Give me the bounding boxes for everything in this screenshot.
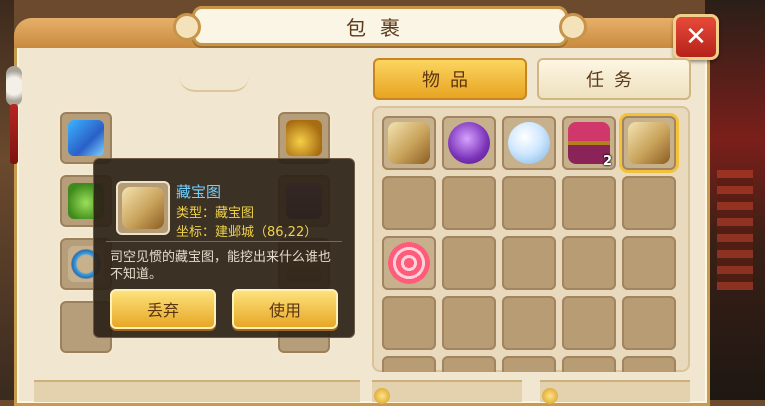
- tab-tasks[interactable]: 任务: [537, 58, 691, 100]
- window-title: 包裹: [346, 15, 414, 40]
- treasure-map-icon: [122, 187, 164, 229]
- purple-pouch-icon: [448, 122, 490, 164]
- currency-bar-2: [540, 380, 690, 402]
- inventory-slot[interactable]: [562, 356, 616, 372]
- tooltip-item-frame: [116, 181, 170, 235]
- currency-bar-1: [372, 380, 522, 402]
- cloud-ornament-icon: [179, 76, 249, 92]
- crystal-ball-icon: [508, 122, 550, 164]
- coin-icon: [542, 388, 558, 404]
- inventory-slot[interactable]: [382, 356, 436, 372]
- inventory-slot-selected[interactable]: [622, 116, 676, 170]
- inventory-slot[interactable]: [562, 296, 616, 350]
- inventory-slot[interactable]: [622, 356, 676, 372]
- inventory-slot[interactable]: [442, 176, 496, 230]
- tooltip-description: 司空见惯的藏宝图，能挖出来什么谁也不知道。: [110, 250, 332, 282]
- swirl-candy-icon: [388, 242, 430, 284]
- tooltip-divider: [106, 241, 342, 242]
- jade-pendant-icon: [286, 120, 322, 156]
- tooltip-item-name: 藏宝图: [176, 183, 222, 201]
- item-tooltip: 藏宝图 类型：藏宝图 坐标：建邺城（86,22） 司空见惯的藏宝图，能挖出来什么…: [93, 158, 355, 338]
- tab-items-label: 物品: [422, 70, 478, 91]
- tooltip-item-type: 类型：藏宝图: [176, 206, 255, 221]
- inventory-grid: 2: [372, 106, 690, 372]
- inventory-slot[interactable]: [622, 236, 676, 290]
- inventory-slot[interactable]: [382, 116, 436, 170]
- discard-button-label: 丢弃: [146, 301, 179, 320]
- scepter-icon: [68, 120, 104, 156]
- inventory-slot[interactable]: [622, 176, 676, 230]
- tab-tasks-label: 任务: [586, 70, 642, 91]
- window-title-plaque: 包裹: [173, 6, 587, 46]
- close-button[interactable]: ✕: [673, 14, 719, 60]
- hanging-tassel-ornament: [4, 60, 24, 170]
- inventory-slot[interactable]: [442, 356, 496, 372]
- coin-icon: [374, 388, 390, 404]
- inventory-slot[interactable]: [622, 296, 676, 350]
- close-x-icon: ✕: [685, 22, 707, 52]
- inventory-slot[interactable]: [562, 236, 616, 290]
- inventory-slot[interactable]: [442, 236, 496, 290]
- inventory-slot[interactable]: [382, 236, 436, 290]
- inventory-slot[interactable]: 2: [562, 116, 616, 170]
- discard-button[interactable]: 丢弃: [110, 289, 216, 329]
- background-scenery-right: [705, 0, 765, 400]
- treasure-map-icon: [628, 122, 670, 164]
- inventory-slot[interactable]: [502, 296, 556, 350]
- item-count-badge: 2: [602, 154, 612, 169]
- left-bottom-bar: [34, 380, 360, 402]
- inventory-slot[interactable]: [382, 176, 436, 230]
- treasure-map-icon: [388, 122, 430, 164]
- inventory-slot[interactable]: [562, 176, 616, 230]
- inventory-slot[interactable]: [502, 356, 556, 372]
- inventory-slot[interactable]: [442, 116, 496, 170]
- inventory-slot[interactable]: [502, 116, 556, 170]
- tassel-knot-icon: [6, 66, 22, 106]
- inventory-slot[interactable]: [442, 296, 496, 350]
- inventory-slot[interactable]: [502, 236, 556, 290]
- use-button[interactable]: 使用: [232, 289, 338, 329]
- tassel-icon: [10, 104, 18, 164]
- tab-items[interactable]: 物品: [373, 58, 527, 100]
- inventory-slot[interactable]: [382, 296, 436, 350]
- tooltip-item-coordinates: 坐标：建邺城（86,22）: [176, 225, 318, 240]
- use-button-label: 使用: [268, 301, 301, 320]
- inventory-slot[interactable]: [502, 176, 556, 230]
